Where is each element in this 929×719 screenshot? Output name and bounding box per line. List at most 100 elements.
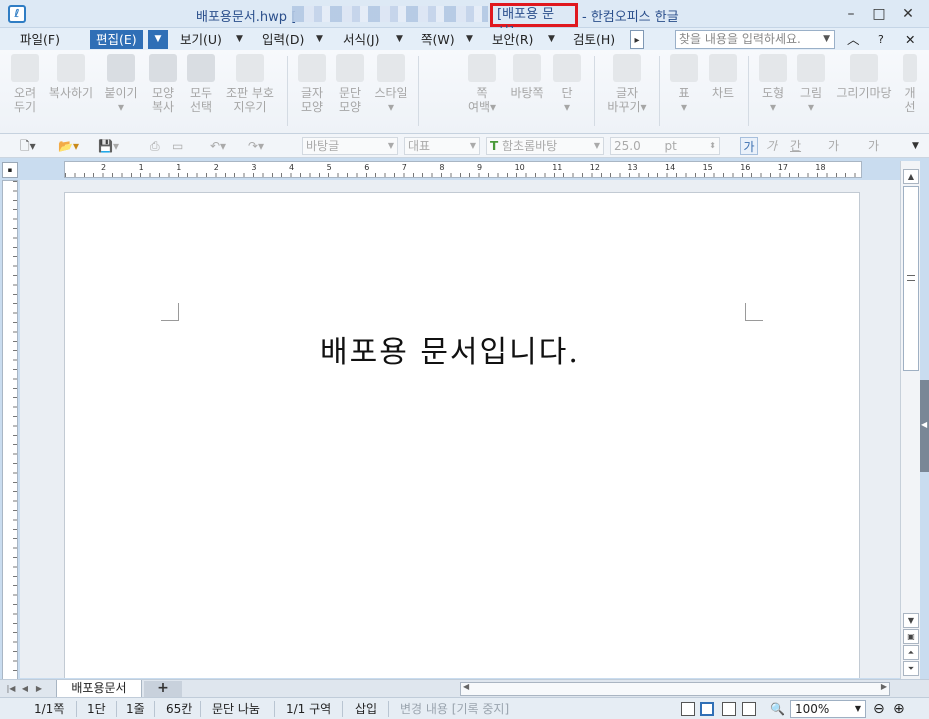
scroll-down-button[interactable]: ▼	[903, 613, 919, 628]
horizontal-ruler[interactable]: 2 1 1 2 3 4 5 6 7 8 9 10 11 12 13 14 15 16 17 18	[64, 161, 862, 178]
ruler-tick-label: 16	[740, 163, 751, 172]
italic-button[interactable]: 가	[766, 137, 777, 155]
menu-format-dropdown-icon[interactable]: ▼	[396, 30, 403, 49]
scroll-thumb[interactable]	[903, 186, 919, 371]
bold-button[interactable]: 가	[740, 137, 758, 155]
picture-button[interactable]: 그림 ▾	[794, 54, 828, 114]
zoom-out-icon[interactable]: ⊖	[873, 701, 885, 717]
print-icon[interactable]: ⎙	[150, 137, 160, 155]
view-draft-icon[interactable]	[742, 702, 756, 716]
preview-icon[interactable]: ▭	[172, 137, 183, 155]
menu-page[interactable]: 쪽(W)	[421, 30, 455, 49]
hwp-app-icon[interactable]: ℓ	[8, 5, 26, 23]
open-folder-icon[interactable]: 📂▾	[58, 137, 79, 155]
status-track-changes[interactable]: 변경 내용 [기록 중지]	[400, 701, 509, 717]
menu-insert-dropdown-icon[interactable]: ▼	[316, 30, 323, 49]
scroll-up-button[interactable]: ▲	[903, 169, 919, 184]
status-insert-mode[interactable]: 삽입	[355, 701, 377, 717]
ribbon-collapse-icon[interactable]: ︿	[847, 30, 860, 49]
add-tab-button[interactable]: +	[144, 681, 182, 697]
char-shape-button[interactable]: 글자 모양	[294, 54, 330, 114]
close-button[interactable]: ✕	[897, 4, 919, 24]
format-painter-button[interactable]: 모양 복사	[144, 54, 182, 114]
chevron-down-icon: ▼	[593, 141, 600, 150]
menu-page-dropdown-icon[interactable]: ▼	[466, 30, 473, 49]
menu-insert[interactable]: 입력(D)	[262, 30, 304, 49]
vertical-ruler[interactable]	[2, 180, 18, 680]
table-button[interactable]: 표 ▾	[668, 54, 700, 114]
new-document-icon[interactable]: 🗋▾	[20, 137, 36, 155]
style-select[interactable]: 바탕글 ▼	[302, 137, 398, 155]
zoom-search-icon[interactable]: 🔍	[770, 701, 785, 717]
eraser-icon	[236, 54, 264, 82]
menu-file[interactable]: 파일(F)	[20, 30, 60, 49]
menu-edit-dropdown-icon[interactable]: ▼	[148, 30, 168, 49]
doc-close-icon[interactable]: ✕	[905, 30, 915, 49]
maximize-button[interactable]: □	[868, 4, 890, 24]
paste-button[interactable]: 붙이기 ▾	[100, 54, 142, 114]
chart-button[interactable]: 차트	[706, 54, 740, 100]
change-case-button[interactable]: 글자 바꾸기▾	[604, 54, 650, 114]
cut-button[interactable]: 오려 두기	[6, 54, 44, 114]
style-value: 바탕글	[306, 139, 340, 153]
prev-page-icon[interactable]: ⏶	[903, 645, 919, 660]
ruler-corner-button[interactable]: ▪	[2, 162, 18, 178]
menu-review[interactable]: 검토(H)	[573, 30, 615, 49]
view-page-icon[interactable]	[700, 702, 714, 716]
page-margin-button[interactable]: 쪽 여백▾	[460, 54, 504, 114]
help-icon[interactable]: ?	[878, 30, 884, 49]
zoom-in-icon[interactable]: ⊕	[893, 701, 905, 717]
view-outline-icon[interactable]	[722, 702, 736, 716]
font-color-button[interactable]: 가	[868, 137, 879, 155]
menu-view[interactable]: 보기(U)	[180, 30, 222, 49]
prev-tab-icon[interactable]: ◀	[18, 681, 32, 696]
master-page-button[interactable]: 바탕쪽	[506, 54, 548, 100]
drawing-gallery-button[interactable]: 그리기마당	[832, 54, 896, 100]
page-view-icon[interactable]: ▣	[903, 629, 919, 644]
para-shape-button[interactable]: 문단 모양	[332, 54, 368, 114]
menu-security-dropdown-icon[interactable]: ▼	[548, 30, 555, 49]
shape-button[interactable]: 도형 ▾	[756, 54, 790, 114]
underline-button[interactable]: 간	[790, 137, 801, 155]
font-size-select[interactable]: 25.0 pt ⬍	[610, 137, 720, 155]
next-page-icon[interactable]: ⏷	[903, 661, 919, 676]
next-tab-icon[interactable]: ▶	[32, 681, 46, 696]
redo-icon[interactable]: ↷▾	[248, 137, 264, 155]
strikethrough-button[interactable]: 가	[828, 137, 839, 155]
zoom-select[interactable]: 100% ▼	[790, 700, 866, 718]
select-all-button[interactable]: 모두 선택	[184, 54, 218, 114]
font-select[interactable]: T 함초롬바탕 ▼	[486, 137, 604, 155]
document-tab-bar: |◀ ◀ ▶ 배포용문서 + ◀ ▶	[0, 679, 929, 698]
menu-edit[interactable]: 편집(E)	[90, 30, 143, 49]
ruler-tick-label: 17	[777, 163, 788, 172]
menu-view-dropdown-icon[interactable]: ▼	[236, 30, 243, 49]
copy-button[interactable]: 복사하기	[46, 54, 96, 100]
view-normal-icon[interactable]	[681, 702, 695, 716]
document-area[interactable]: 배포용 문서입니다.	[20, 180, 900, 678]
first-tab-icon[interactable]: |◀	[4, 681, 18, 696]
scroll-left-icon[interactable]: ◀	[463, 682, 469, 691]
document-tab[interactable]: 배포용문서	[56, 680, 142, 698]
scroll-right-icon[interactable]: ▶	[881, 682, 887, 691]
menu-format[interactable]: 서식(J)	[343, 30, 379, 49]
menu-security[interactable]: 보안(R)	[492, 30, 533, 49]
clear-formatting-button[interactable]: 조판 부호 지우기	[222, 54, 278, 114]
style-button[interactable]: 스타일 ▾	[370, 54, 412, 114]
status-section[interactable]: 1/1 구역	[286, 701, 331, 717]
minimize-button[interactable]: –	[840, 4, 862, 24]
horizontal-scrollbar[interactable]: ◀ ▶	[460, 682, 890, 696]
toolbar-more-icon[interactable]: ▼	[912, 137, 919, 155]
status-page[interactable]: 1/1쪽	[34, 701, 64, 717]
side-panel-handle[interactable]: ◀	[920, 380, 929, 472]
document-body-text[interactable]: 배포용 문서입니다.	[320, 327, 580, 371]
column-button[interactable]: 단 ▾	[552, 54, 582, 114]
document-page[interactable]: 배포용 문서입니다.	[64, 192, 860, 678]
menu-more-button[interactable]: ▸	[630, 30, 644, 49]
menu-search-input[interactable]: 찾을 내용을 입력하세요. ▼	[675, 30, 835, 49]
search-dropdown-icon[interactable]: ▼	[823, 31, 830, 48]
undo-icon[interactable]: ↶▾	[210, 137, 226, 155]
vertical-scrollbar[interactable]: ▲ ▼ ▣ ⏶ ⏷	[900, 161, 920, 679]
language-select[interactable]: 대표 ▼	[404, 137, 480, 155]
object-button-partial[interactable]: 개 선	[900, 54, 920, 114]
save-icon[interactable]: 💾▾	[98, 137, 119, 155]
